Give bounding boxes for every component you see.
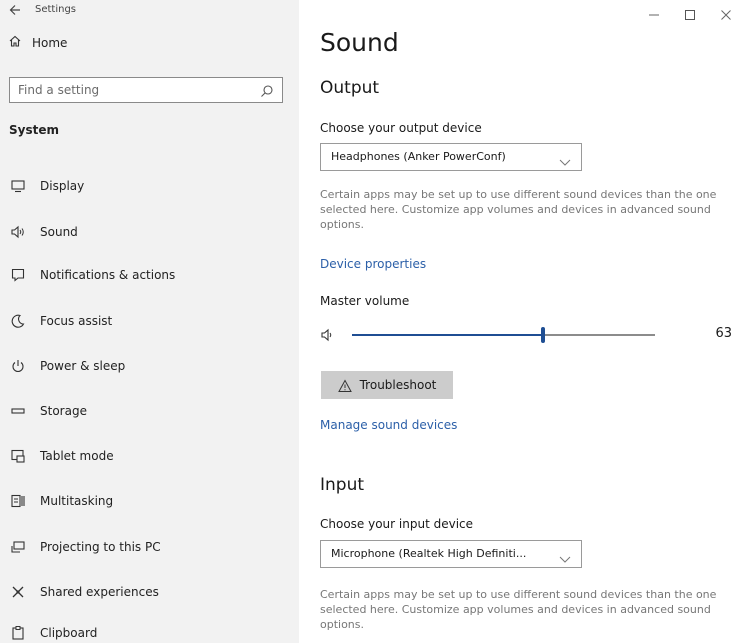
sidebar-item-projecting[interactable]: Projecting to this PC	[10, 537, 290, 557]
maximize-icon	[685, 10, 695, 20]
manage-sound-devices-link[interactable]: Manage sound devices	[320, 418, 457, 432]
moon-icon	[10, 313, 26, 329]
home-nav[interactable]: Home	[8, 33, 67, 52]
sidebar-item-power-sleep[interactable]: Power & sleep	[10, 356, 290, 376]
speaker-icon	[10, 224, 26, 240]
input-device-value: Microphone (Realtek High Definiti...	[331, 547, 527, 560]
sidebar-item-label: Storage	[40, 404, 87, 418]
sidebar-item-label: Multitasking	[40, 494, 114, 508]
master-volume-row: 63	[320, 325, 740, 345]
input-heading: Input	[320, 475, 365, 495]
search-input[interactable]: Find a setting	[9, 77, 283, 103]
maximize-button[interactable]	[672, 0, 708, 30]
volume-slider-thumb[interactable]	[540, 327, 545, 343]
search-placeholder: Find a setting	[18, 83, 100, 97]
troubleshoot-button[interactable]: Troubleshoot	[321, 371, 453, 399]
minimize-button[interactable]	[636, 0, 672, 30]
output-device-label: Choose your output device	[320, 121, 482, 135]
home-icon	[8, 33, 22, 52]
sidebar-item-label: Clipboard	[40, 626, 98, 640]
warning-icon	[337, 378, 352, 392]
sidebar-item-shared-experiences[interactable]: Shared experiences	[10, 582, 290, 602]
sidebar-item-focus-assist[interactable]: Focus assist	[10, 311, 290, 331]
sidebar-item-clipboard[interactable]: Clipboard	[10, 623, 290, 643]
projecting-icon	[10, 539, 26, 555]
output-description: Certain apps may be set up to use differ…	[320, 188, 717, 231]
volume-slider[interactable]	[352, 327, 655, 343]
tablet-mode-icon	[10, 448, 26, 464]
close-icon	[721, 10, 731, 20]
speaker-icon[interactable]	[320, 327, 336, 343]
multitasking-icon	[10, 493, 26, 509]
sidebar-item-multitasking[interactable]: Multitasking	[10, 491, 290, 511]
input-device-dropdown[interactable]: Microphone (Realtek High Definiti...	[320, 540, 582, 568]
back-arrow-icon[interactable]	[8, 2, 22, 16]
close-button[interactable]	[708, 0, 744, 30]
clipboard-icon	[10, 625, 26, 641]
main-content: Sound Output Choose your output device H…	[299, 0, 744, 643]
volume-slider-fill	[352, 334, 543, 336]
sidebar-item-display[interactable]: Display	[10, 176, 290, 196]
sidebar-item-label: Display	[40, 179, 85, 193]
window-controls	[636, 0, 744, 30]
notifications-icon	[10, 267, 26, 283]
power-icon	[10, 358, 26, 374]
page-title: Sound	[320, 28, 399, 57]
sidebar-item-label: Sound	[40, 225, 78, 239]
sidebar-item-label: Shared experiences	[40, 585, 159, 599]
sidebar-item-label: Projecting to this PC	[40, 540, 161, 554]
sidebar: Settings Home Find a setting System Disp…	[0, 0, 299, 643]
output-heading: Output	[320, 78, 380, 98]
sidebar-item-notifications[interactable]: Notifications & actions	[10, 265, 290, 285]
output-device-value: Headphones (Anker PowerConf)	[331, 150, 506, 163]
sidebar-item-tablet-mode[interactable]: Tablet mode	[10, 446, 290, 466]
volume-value: 63	[715, 326, 732, 341]
troubleshoot-label: Troubleshoot	[359, 378, 437, 392]
sidebar-item-label: Power & sleep	[40, 359, 126, 373]
shared-experiences-icon	[10, 584, 26, 600]
sidebar-item-sound[interactable]: Sound	[10, 222, 290, 242]
input-device-label: Choose your input device	[320, 517, 474, 531]
output-device-dropdown[interactable]: Headphones (Anker PowerConf)	[320, 143, 582, 171]
storage-icon	[10, 403, 26, 419]
input-description: Certain apps may be set up to use differ…	[320, 588, 717, 631]
sidebar-item-storage[interactable]: Storage	[10, 401, 290, 421]
minimize-icon	[649, 14, 659, 16]
chevron-down-icon	[559, 152, 571, 166]
sidebar-item-label: Notifications & actions	[40, 268, 176, 282]
chevron-down-icon	[559, 549, 571, 563]
master-volume-label: Master volume	[320, 294, 410, 308]
home-label: Home	[32, 35, 68, 50]
app-title: Settings	[35, 4, 77, 15]
sidebar-item-label: Focus assist	[40, 314, 113, 328]
search-icon[interactable]	[260, 83, 274, 97]
device-properties-link[interactable]: Device properties	[320, 257, 426, 271]
sidebar-item-label: Tablet mode	[40, 449, 114, 463]
display-icon	[10, 178, 26, 194]
section-heading: System	[9, 123, 59, 137]
